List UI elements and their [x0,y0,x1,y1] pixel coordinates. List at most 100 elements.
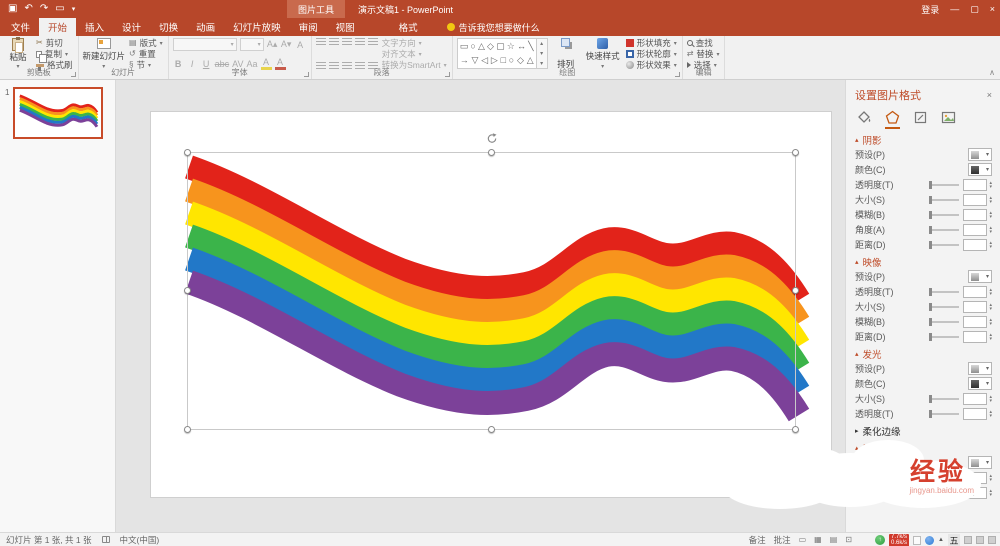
shape-option[interactable]: → [460,56,469,65]
tray-accelerator-icon[interactable]: ↑ [875,535,885,545]
tray-network-icon[interactable] [976,536,984,544]
shape-option[interactable]: ◁ [481,56,488,65]
gallery-down-icon[interactable]: ▾ [540,50,543,57]
ime-indicator[interactable]: 五 [948,534,960,546]
slide-thumbnail[interactable] [13,87,103,139]
shape-outline-button[interactable]: 形状轮廓▾ [626,49,677,59]
tab-format[interactable]: 格式 [390,18,427,36]
pane-close-icon[interactable]: × [987,90,992,100]
slider[interactable] [929,199,959,201]
value-input[interactable] [963,331,987,343]
section-header[interactable]: ▴映像 [855,254,992,269]
minimize-button[interactable]: — [950,4,959,14]
align-text-button[interactable]: 对齐文本▾ [382,49,447,59]
value-input[interactable] [963,209,987,221]
size-properties-tab-icon[interactable] [913,110,928,129]
close-button[interactable]: × [990,4,995,14]
spinner[interactable]: ▴▾ [989,288,992,296]
shape-option[interactable]: ☆ [507,42,515,51]
resize-handle-bottom-left[interactable] [184,426,191,433]
rotate-handle-icon[interactable] [485,132,498,147]
slide[interactable] [151,112,831,497]
clear-formatting-button[interactable]: A [295,38,306,51]
network-speed-monitor[interactable]: 7.7k/s 0.6k/s [889,534,909,546]
color-button[interactable]: ▾ [968,377,992,390]
tray-notification-icon[interactable] [988,536,996,544]
shape-option[interactable]: ◇ [487,42,494,51]
language-indicator[interactable]: 中文(中国) [120,534,160,546]
section-header[interactable]: ▴阴影 [855,132,992,147]
slider[interactable] [929,413,959,415]
notes-button[interactable]: 备注 [749,534,766,546]
shape-option[interactable]: ╲ [528,42,533,51]
bullets-icon[interactable] [316,38,326,46]
slider[interactable] [929,244,959,246]
tray-expand-icon[interactable]: ▲ [938,537,944,543]
color-button[interactable]: ▾ [968,163,992,176]
dropdown-button[interactable]: ▾ [968,148,992,161]
undo-icon[interactable]: ↶ [24,4,32,14]
tab-home[interactable]: 开始 [39,18,76,36]
quick-styles-button[interactable]: 快速样式 ▾ [584,38,622,70]
resize-handle-top-left[interactable] [184,149,191,156]
spinner[interactable]: ▴▾ [989,211,992,219]
spinner[interactable]: ▴▾ [989,241,992,249]
spinner[interactable]: ▴▾ [989,318,992,326]
save-icon[interactable]: ▣ [8,4,17,14]
numbering-icon[interactable] [329,38,339,46]
shape-option[interactable]: ▽ [471,56,478,65]
resize-handle-top-middle[interactable] [488,149,495,156]
gallery-more-icon[interactable]: ▾ [540,60,543,67]
spinner[interactable]: ▴▾ [989,333,992,341]
dropdown-button[interactable]: ▾ [968,362,992,375]
slideshow-view-button[interactable]: ⊡ [845,535,852,544]
slider[interactable] [929,306,959,308]
reading-view-button[interactable]: ▤ [830,535,838,544]
spinner[interactable]: ▴▾ [989,196,992,204]
tab-view[interactable]: 视图 [327,18,364,36]
slider[interactable] [929,229,959,231]
reset-button[interactable]: ↺重置 [129,49,163,59]
indent-increase-icon[interactable] [355,38,365,46]
shape-option[interactable]: ▢ [496,42,505,51]
slider[interactable] [929,336,959,338]
tab-review[interactable]: 审阅 [290,18,327,36]
effects-tab-icon[interactable] [885,110,900,129]
dropdown-button[interactable]: ▾ [968,456,992,469]
value-input[interactable] [963,286,987,298]
dialog-launcher-icon[interactable] [445,72,450,77]
dialog-launcher-icon[interactable] [304,72,309,77]
value-input[interactable] [963,316,987,328]
value-input[interactable] [963,194,987,206]
text-direction-button[interactable]: 文字方向▾ [382,38,447,48]
section-header[interactable]: ▴发光 [855,346,992,361]
resize-handle-middle-left[interactable] [184,287,191,294]
dropdown-button[interactable]: ▾ [968,270,992,283]
replace-button[interactable]: ⇄替换▾ [687,49,720,59]
shape-option[interactable]: △ [527,56,534,65]
tray-document-icon[interactable] [913,536,921,545]
redo-icon[interactable]: ↷ [40,4,48,14]
find-button[interactable]: 查找 [687,38,720,48]
section-header[interactable]: ▴三维格式 [855,440,992,455]
layout-button[interactable]: ▤版式▾ [129,38,163,48]
shape-option[interactable]: △ [478,42,485,51]
maximize-button[interactable]: ▢ [970,4,979,15]
slider[interactable] [929,214,959,216]
shape-option[interactable]: □ [501,56,506,65]
qat-customize-icon[interactable]: ▾ [72,6,76,13]
spinner[interactable]: ▴▾ [989,489,992,497]
font-size-combo[interactable]: ▾ [240,38,264,51]
resize-handle-top-right[interactable] [792,149,799,156]
spellcheck-icon[interactable] [102,536,110,543]
shape-option[interactable]: ○ [470,42,475,51]
picture-tab-icon[interactable] [941,110,956,129]
spinner[interactable]: ▴▾ [989,226,992,234]
resize-handle-bottom-right[interactable] [792,426,799,433]
shrink-font-button[interactable]: A▾ [281,38,292,51]
spinner[interactable]: ▴▾ [989,410,992,418]
tab-insert[interactable]: 插入 [76,18,113,36]
indent-decrease-icon[interactable] [342,38,352,46]
spinner[interactable]: ▴▾ [989,395,992,403]
new-slide-button[interactable]: 新建幻灯片 ▾ [83,38,126,70]
